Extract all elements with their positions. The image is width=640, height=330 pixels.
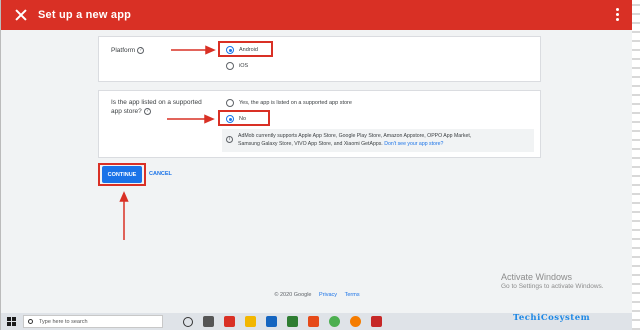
powerpoint-icon[interactable] <box>308 316 319 327</box>
firefox-icon[interactable] <box>350 316 361 327</box>
chrome-icon[interactable] <box>329 316 340 327</box>
excel-icon[interactable] <box>287 316 298 327</box>
word-icon[interactable] <box>266 316 277 327</box>
cortana-icon[interactable] <box>183 316 193 327</box>
app-window: Set up a new app Platform? Android iOS I… <box>0 0 633 330</box>
brave-icon[interactable] <box>371 316 382 327</box>
terms-link[interactable]: Terms <box>345 292 360 298</box>
activate-windows-watermark: Activate Windows Go to Settings to activ… <box>501 272 604 290</box>
windows-start-icon[interactable] <box>7 316 17 327</box>
task-view-icon[interactable] <box>203 316 214 327</box>
page-footer: © 2020 Google Privacy Terms <box>274 292 360 298</box>
search-icon <box>28 319 33 324</box>
brand-watermark: TechiCosystem <box>513 313 591 323</box>
arrowhead-icon <box>204 114 215 124</box>
app-icon[interactable] <box>224 316 235 327</box>
arrowhead-icon <box>205 45 216 55</box>
torn-edge <box>632 0 640 330</box>
arrowhead-icon <box>119 191 129 202</box>
privacy-link[interactable]: Privacy <box>319 292 337 298</box>
file-explorer-icon[interactable] <box>245 316 256 327</box>
taskbar-search-box[interactable]: Type here to search <box>23 315 163 328</box>
